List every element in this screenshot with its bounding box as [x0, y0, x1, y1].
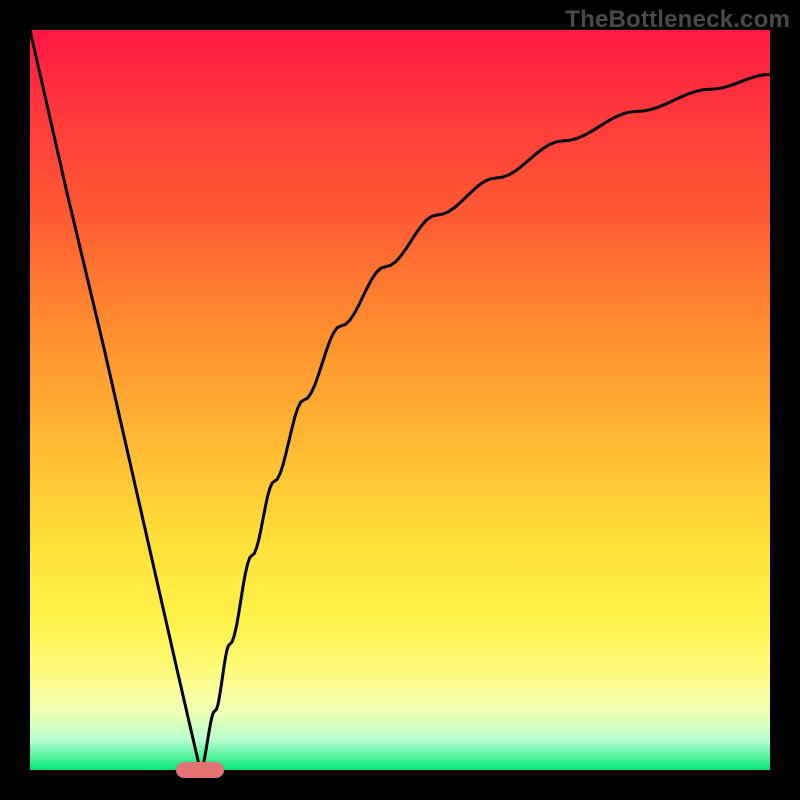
plot-area [30, 30, 770, 770]
bottleneck-marker [176, 762, 224, 778]
left-branch-path [30, 30, 200, 770]
right-branch-path [200, 74, 770, 770]
chart-frame: TheBottleneck.com [0, 0, 800, 800]
curve-layer [30, 30, 770, 770]
